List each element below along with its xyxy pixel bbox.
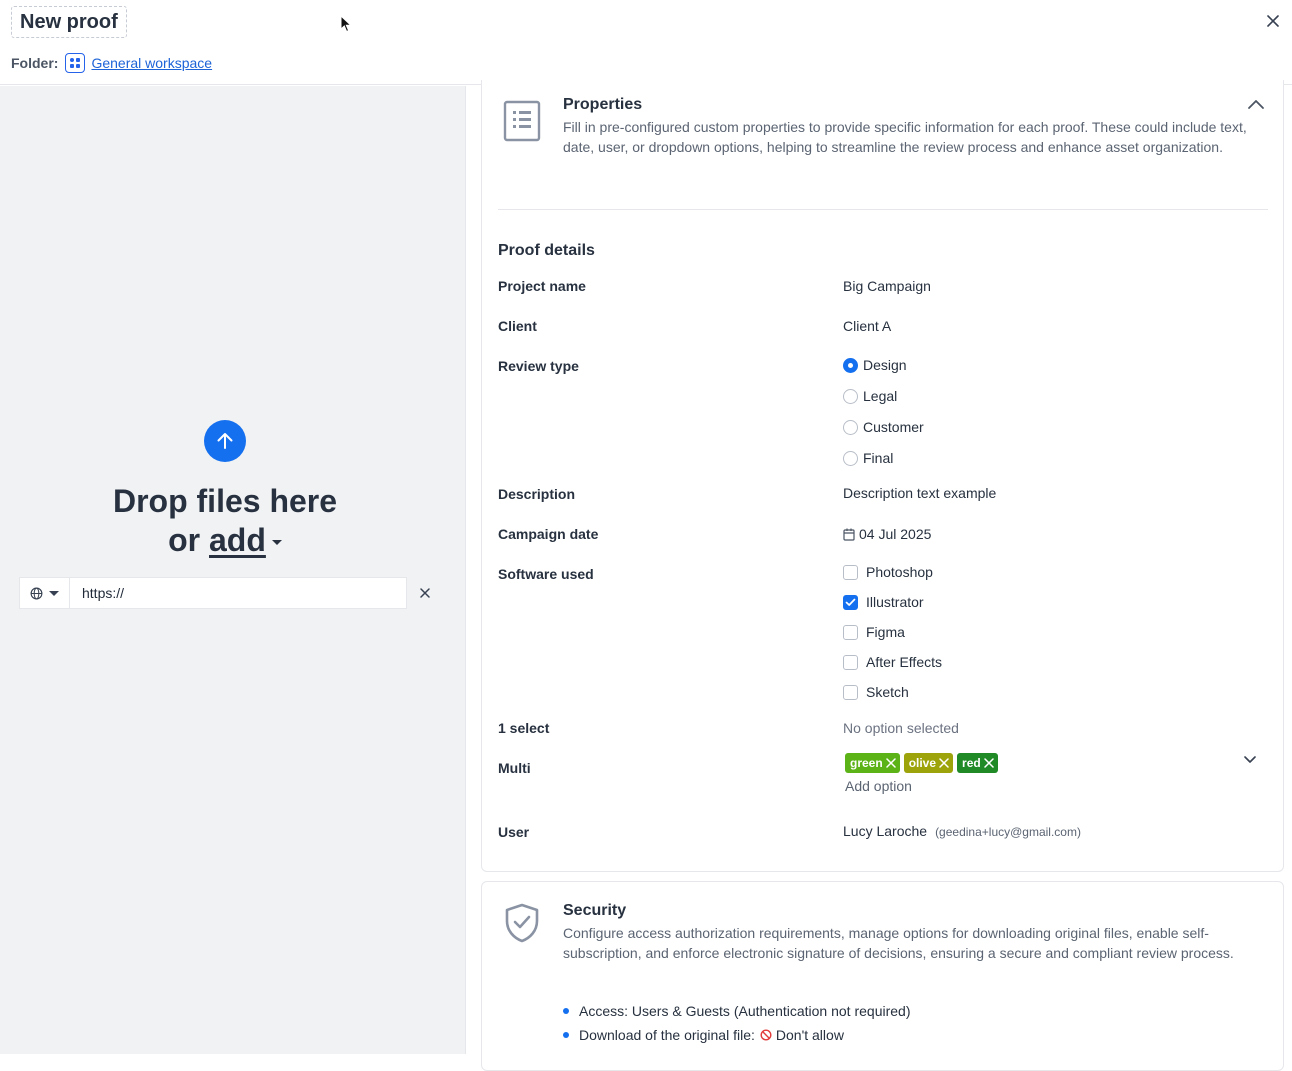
folder-link[interactable]: General workspace [91,55,212,71]
drop-zone-text: Drop files here or add [0,482,450,560]
radio[interactable] [843,419,858,435]
shield-check-icon [505,903,539,943]
url-row [19,577,439,609]
folder-row: Folder: General workspace [11,53,212,73]
checkbox[interactable] [843,564,858,580]
security-card: Security Configure access authorization … [481,881,1284,1071]
properties-card: Properties Fill in pre-configured custom… [481,80,1284,872]
description-label: Description [498,486,576,502]
software-used-label: Software used [498,566,594,582]
security-description: Configure access authorization requireme… [563,925,1234,961]
properties-title: Properties [563,96,643,113]
checkbox-checked[interactable] [843,594,858,610]
user-value[interactable]: Lucy Laroche (geedina+lucy@gmail.com) [843,823,1081,839]
arrow-up-icon [217,433,233,449]
mouse-cursor-icon [340,15,352,33]
settings-panel[interactable]: Properties Fill in pre-configured custom… [466,80,1292,1071]
project-name-label: Project name [498,278,586,294]
download-item: Download of the original file: Don't all… [563,1023,910,1047]
review-type-final[interactable]: Final [843,450,893,466]
properties-description: Fill in pre-configured custom properties… [563,119,1247,155]
software-sketch[interactable]: Sketch [843,684,909,700]
proof-title-input[interactable]: New proof [11,6,127,38]
software-illustrator[interactable]: Illustrator [843,594,924,610]
client-label: Client [498,318,537,334]
security-summary: Access: Users & Guests (Authentication n… [563,999,910,1047]
project-name-value[interactable]: Big Campaign [843,278,931,294]
caret-down-icon[interactable] [271,540,282,546]
radio[interactable] [843,450,858,466]
checkbox[interactable] [843,684,858,700]
globe-icon [30,587,43,599]
tag-green[interactable]: green [845,753,900,773]
campaign-date-value[interactable]: 04 Jul 2025 [843,526,931,542]
header: New proof Folder: General workspace [0,0,1292,85]
remove-tag-icon[interactable] [983,758,994,768]
software-figma[interactable]: Figma [843,624,905,640]
url-input[interactable] [70,577,407,609]
review-type-customer[interactable]: Customer [843,419,924,435]
radio-selected[interactable] [843,357,858,373]
upload-button[interactable] [204,420,246,462]
checkbox[interactable] [843,654,858,670]
tag-olive[interactable]: olive [903,753,954,773]
checkbox[interactable] [843,624,858,640]
add-files-link[interactable]: add [209,522,266,558]
access-item: Access: Users & Guests (Authentication n… [563,999,910,1023]
url-protocol-dropdown[interactable] [19,577,70,609]
document-list-icon [503,100,541,142]
review-type-legal[interactable]: Legal [843,388,897,404]
folder-label: Folder: [11,55,59,71]
user-email: (geedina+lucy@gmail.com) [935,825,1081,839]
software-photoshop[interactable]: Photoshop [843,564,933,580]
radio[interactable] [843,388,858,404]
caret-down-icon [49,590,59,596]
user-name: Lucy Laroche [843,823,928,839]
client-value[interactable]: Client A [843,318,891,334]
software-after-effects[interactable]: After Effects [843,654,942,670]
single-select-value[interactable]: No option selected [843,720,959,736]
calendar-icon [843,528,855,541]
chevron-down-icon[interactable] [1243,754,1257,764]
multi-select-tags[interactable]: green olive red [845,753,998,773]
upload-panel[interactable]: Drop files here or add [0,86,466,1054]
single-select-label: 1 select [498,720,550,736]
review-type-label: Review type [498,358,579,374]
check-icon [845,598,856,606]
workspace-icon [65,53,86,73]
user-label: User [498,824,530,840]
forbidden-icon [760,1029,772,1041]
drop-or: or [168,522,201,558]
description-value[interactable]: Description text example [843,485,996,501]
remove-tag-icon[interactable] [885,758,896,768]
bullet-dot [563,1008,569,1014]
chevron-up-icon[interactable] [1247,98,1265,110]
remove-tag-icon[interactable] [939,758,949,768]
review-type-design[interactable]: Design [843,357,907,373]
security-title: Security [563,902,627,919]
clear-url-icon[interactable] [419,587,431,599]
bullet-dot [563,1032,569,1038]
divider [498,209,1268,210]
campaign-date-label: Campaign date [498,526,599,542]
proof-details-title: Proof details [498,242,595,259]
tag-red[interactable]: red [957,753,998,773]
close-icon[interactable] [1264,12,1282,30]
drop-files-here: Drop files here [112,483,338,519]
multi-label: Multi [498,760,531,776]
add-option-button[interactable]: Add option [845,778,912,794]
